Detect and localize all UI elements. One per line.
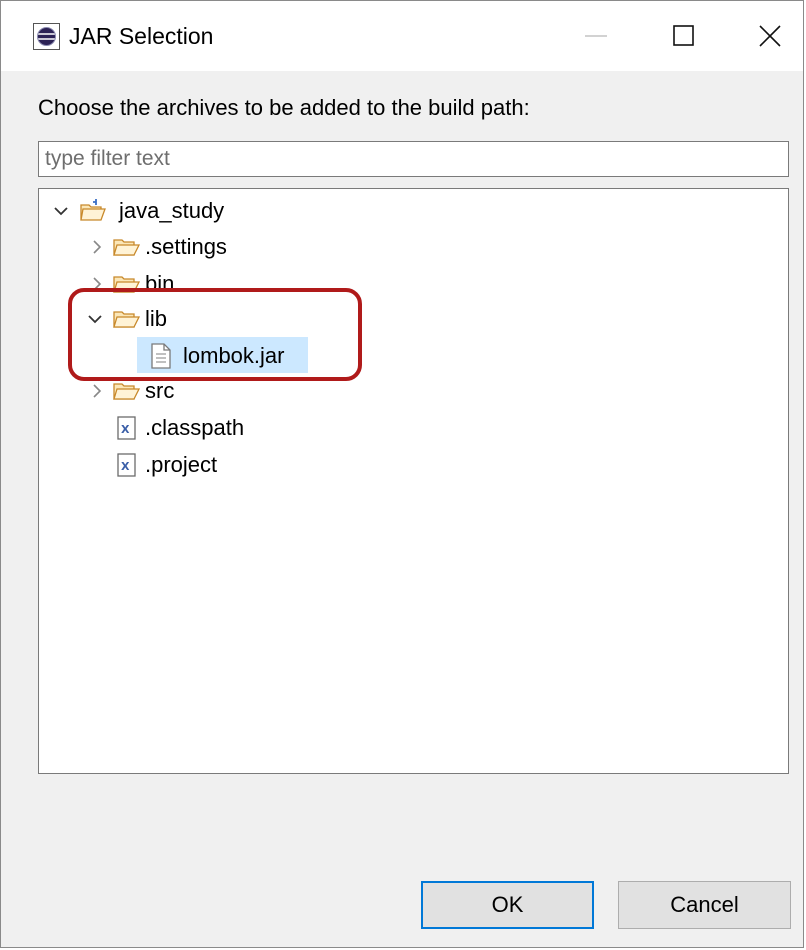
folder-icon bbox=[113, 383, 140, 400]
tree-item-src[interactable]: src bbox=[47, 374, 347, 408]
folder-icon bbox=[113, 239, 140, 256]
project-folder-icon bbox=[80, 199, 106, 221]
dialog-prompt: Choose the archives to be added to the b… bbox=[38, 95, 530, 120]
chevron-right-icon bbox=[93, 277, 102, 291]
folder-icon bbox=[113, 276, 140, 293]
folder-icon bbox=[113, 311, 140, 328]
tree-item-label: src bbox=[145, 378, 175, 403]
chevron-down-icon bbox=[88, 315, 102, 324]
chevron-right-icon bbox=[93, 240, 102, 254]
window-title: JAR Selection bbox=[69, 23, 214, 49]
close-icon bbox=[759, 25, 781, 47]
tree-item-project[interactable]: X .project bbox=[47, 448, 347, 482]
xml-file-icon: X bbox=[117, 453, 136, 477]
tree-item-java-study[interactable]: java_study bbox=[47, 194, 347, 228]
file-tree[interactable]: java_study .settings bin lib lombok.jar … bbox=[38, 188, 789, 774]
tree-item-label: lombok.jar bbox=[183, 343, 285, 368]
svg-text:X: X bbox=[121, 460, 130, 473]
chevron-down-icon bbox=[54, 207, 68, 216]
eclipse-app-icon bbox=[33, 23, 60, 50]
minimize-icon bbox=[585, 35, 607, 37]
tree-item-label: lib bbox=[145, 306, 168, 331]
tree-item-lib[interactable]: lib bbox=[47, 302, 347, 336]
cancel-button[interactable]: Cancel bbox=[618, 881, 791, 929]
xml-file-icon: X bbox=[117, 416, 136, 440]
title-bar[interactable]: JAR Selection bbox=[1, 1, 803, 71]
tree-item-bin[interactable]: bin bbox=[47, 267, 347, 301]
jar-selection-dialog: JAR Selection Choose the archives to be … bbox=[0, 0, 804, 948]
tree-item-label: bin bbox=[145, 271, 175, 296]
tree-item-label: .classpath bbox=[145, 415, 245, 440]
maximize-button[interactable] bbox=[649, 1, 719, 71]
close-button[interactable] bbox=[735, 1, 805, 71]
svg-text:X: X bbox=[121, 423, 130, 436]
ok-button[interactable]: OK bbox=[421, 881, 594, 929]
tree-item-label: .project bbox=[145, 452, 218, 477]
filter-input[interactable] bbox=[38, 141, 789, 177]
tree-item-lombok-jar[interactable]: lombok.jar bbox=[137, 339, 308, 373]
tree-item-label: java_study bbox=[119, 198, 225, 223]
maximize-icon bbox=[673, 25, 694, 46]
tree-item-label: .settings bbox=[145, 234, 227, 259]
jar-file-icon bbox=[151, 343, 171, 369]
minimize-button[interactable] bbox=[561, 1, 631, 71]
chevron-right-icon bbox=[93, 384, 102, 398]
tree-item-classpath[interactable]: X .classpath bbox=[47, 411, 347, 445]
tree-item-settings[interactable]: .settings bbox=[47, 230, 347, 264]
